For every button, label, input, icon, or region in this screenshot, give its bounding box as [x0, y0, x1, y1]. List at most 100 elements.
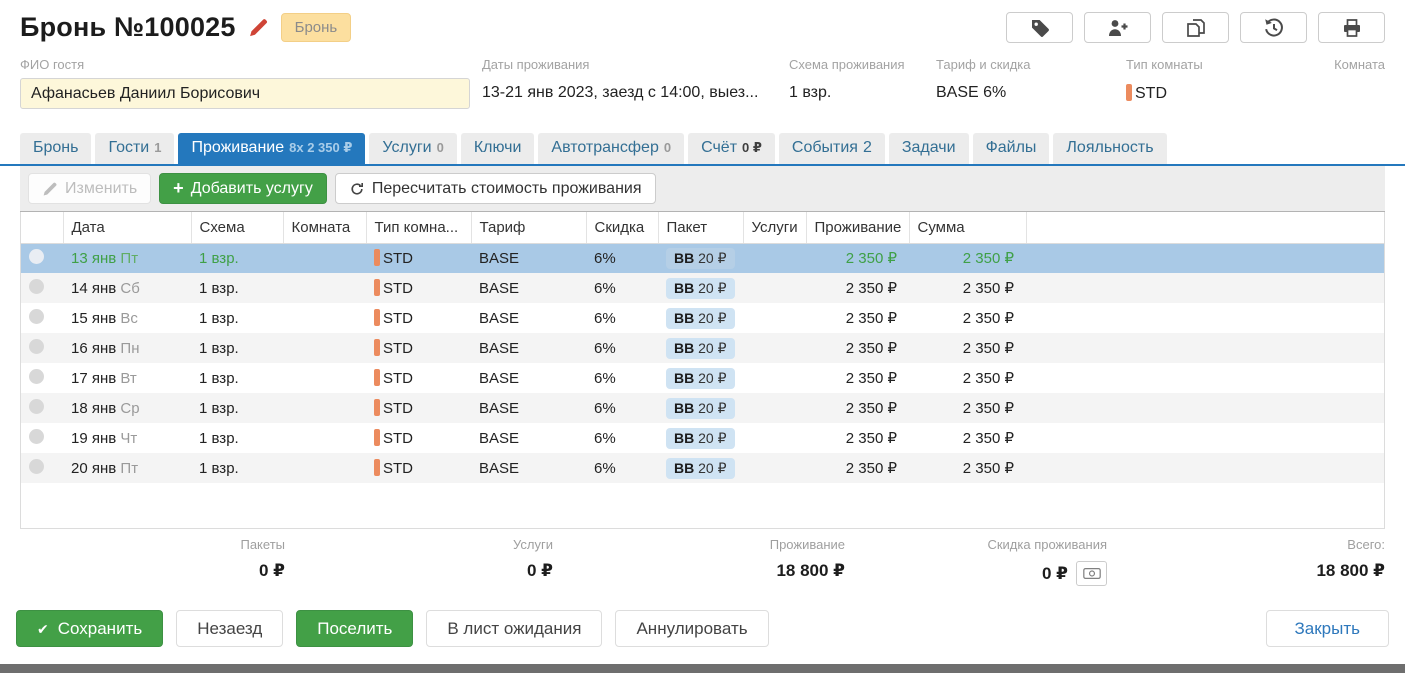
column-header[interactable]: Скидка: [586, 212, 658, 243]
package-badge: BB 20 ₽: [666, 248, 735, 269]
cell-package: BB 20 ₽: [658, 303, 743, 333]
cell-total: 2 350 ₽: [909, 243, 1026, 273]
tab-files[interactable]: Файлы: [973, 133, 1050, 164]
cell-stay-price: 2 350 ₽: [806, 363, 909, 393]
row-radio[interactable]: [29, 279, 44, 294]
row-radio[interactable]: [29, 399, 44, 414]
tab-badge: 2: [863, 139, 872, 156]
column-header[interactable]: Пакет: [658, 212, 743, 243]
table-row[interactable]: 14 янв Сб 1 взр. STD BASE 6% BB 20 ₽ 2 3…: [21, 273, 1384, 303]
cell-discount: 6%: [586, 423, 658, 453]
column-header[interactable]: Дата: [63, 212, 191, 243]
refresh-icon: [349, 181, 365, 197]
total-stay: Проживание 18 800 ₽: [553, 537, 845, 586]
tab-badge: 1: [154, 140, 161, 155]
total-label: Скидка проживания: [845, 537, 1107, 552]
recalculate-button[interactable]: Пересчитать стоимость проживания: [335, 173, 656, 204]
day-of-week: Ср: [120, 400, 139, 417]
tab-guests[interactable]: Гости1: [95, 133, 174, 164]
cell-total: 2 350 ₽: [909, 333, 1026, 363]
table-row[interactable]: 16 янв Пн 1 взр. STD BASE 6% BB 20 ₽ 2 3…: [21, 333, 1384, 363]
row-radio[interactable]: [29, 249, 44, 264]
table-row[interactable]: 19 янв Чт 1 взр. STD BASE 6% BB 20 ₽ 2 3…: [21, 423, 1384, 453]
discount-money-button[interactable]: [1076, 561, 1107, 586]
cell-date: 13 янв Пт: [63, 243, 191, 273]
row-radio[interactable]: [29, 339, 44, 354]
column-header[interactable]: Комната: [283, 212, 366, 243]
column-header[interactable]: Проживание: [806, 212, 909, 243]
close-button[interactable]: Закрыть: [1266, 610, 1389, 647]
no-show-button[interactable]: Незаезд: [176, 610, 283, 647]
tab-loyalty[interactable]: Лояльность: [1053, 133, 1166, 164]
day-of-week: Вс: [120, 310, 138, 327]
table-row[interactable]: 13 янв Пт 1 взр. STD BASE 6% BB 20 ₽ 2 3…: [21, 243, 1384, 273]
column-header[interactable]: [21, 212, 63, 243]
day-of-week: Чт: [120, 430, 137, 447]
tab-events[interactable]: События2: [779, 133, 885, 164]
table-row[interactable]: 15 янв Вс 1 взр. STD BASE 6% BB 20 ₽ 2 3…: [21, 303, 1384, 333]
print-icon[interactable]: [1318, 12, 1385, 43]
row-radio[interactable]: [29, 429, 44, 444]
nights-table: ДатаСхемаКомнатаТип комна...ТарифСкидкаП…: [20, 212, 1385, 529]
cell-total: 2 350 ₽: [909, 393, 1026, 423]
header-icon-toolbar: [1006, 12, 1385, 43]
tag-icon[interactable]: [1006, 12, 1073, 43]
cancel-button[interactable]: Аннулировать: [615, 610, 768, 647]
cell-stay-price: 2 350 ₽: [806, 273, 909, 303]
cell-services: [743, 303, 806, 333]
column-header[interactable]: Услуги: [743, 212, 806, 243]
table-row[interactable]: 18 янв Ср 1 взр. STD BASE 6% BB 20 ₽ 2 3…: [21, 393, 1384, 423]
tab-tasks[interactable]: Задачи: [889, 133, 969, 164]
history-icon[interactable]: [1240, 12, 1307, 43]
cell-stay-price: 2 350 ₽: [806, 243, 909, 273]
total-value: 0 ₽: [845, 561, 1107, 586]
cell-room: [283, 243, 366, 273]
tab-invoice[interactable]: Счёт0 ₽: [688, 133, 775, 164]
column-header[interactable]: Сумма: [909, 212, 1026, 243]
copy-icon[interactable]: [1162, 12, 1229, 43]
tab-transfer[interactable]: Автотрансфер0: [538, 133, 684, 164]
column-header[interactable]: Тариф: [471, 212, 586, 243]
table-row[interactable]: 20 янв Пт 1 взр. STD BASE 6% BB 20 ₽ 2 3…: [21, 453, 1384, 483]
total-stay-discount: Скидка проживания 0 ₽: [845, 537, 1107, 586]
add-guest-icon[interactable]: [1084, 12, 1151, 43]
tab-badge: 0: [664, 140, 671, 155]
save-button[interactable]: Сохранить: [16, 610, 163, 647]
guest-name-input[interactable]: [20, 78, 470, 109]
room-type-color-bar: [374, 339, 380, 356]
column-header[interactable]: Тип комна...: [366, 212, 471, 243]
row-radio[interactable]: [29, 459, 44, 474]
cell-stay-price: 2 350 ₽: [806, 333, 909, 363]
tab-reservation[interactable]: Бронь: [20, 133, 91, 164]
cell-discount: 6%: [586, 453, 658, 483]
total-label: Пакеты: [20, 537, 285, 552]
cell-services: [743, 243, 806, 273]
total-label: Всего:: [1107, 537, 1385, 552]
total-services: Услуги 0 ₽: [285, 537, 553, 586]
tab-badge: 0 ₽: [742, 140, 762, 155]
column-header[interactable]: Схема: [191, 212, 283, 243]
cell-discount: 6%: [586, 363, 658, 393]
cell-room-type: STD: [366, 393, 471, 423]
cell-package: BB 20 ₽: [658, 393, 743, 423]
row-radio[interactable]: [29, 309, 44, 324]
waitlist-button[interactable]: В лист ожидания: [426, 610, 602, 647]
cell-services: [743, 453, 806, 483]
room-field: Комната: [1331, 57, 1385, 109]
cell-scheme: 1 взр.: [191, 243, 283, 273]
totals-bar: Пакеты 0 ₽ Услуги 0 ₽ Проживание 18 800 …: [20, 537, 1385, 586]
tab-keys[interactable]: Ключи: [461, 133, 535, 164]
package-badge: BB 20 ₽: [666, 308, 735, 329]
row-radio[interactable]: [29, 369, 44, 384]
edit-night-button[interactable]: Изменить: [28, 173, 151, 204]
edit-title-icon[interactable]: [248, 17, 269, 38]
table-row[interactable]: 17 янв Вт 1 взр. STD BASE 6% BB 20 ₽ 2 3…: [21, 363, 1384, 393]
cell-room: [283, 303, 366, 333]
tab-services[interactable]: Услуги0: [369, 133, 456, 164]
cell-discount: 6%: [586, 273, 658, 303]
room-type-color-bar: [1126, 84, 1132, 101]
add-service-button[interactable]: Добавить услугу: [159, 173, 327, 204]
cell-room-type: STD: [366, 423, 471, 453]
tab-stay[interactable]: Проживание8x 2 350 ₽: [178, 133, 365, 164]
check-in-button[interactable]: Поселить: [296, 610, 413, 647]
